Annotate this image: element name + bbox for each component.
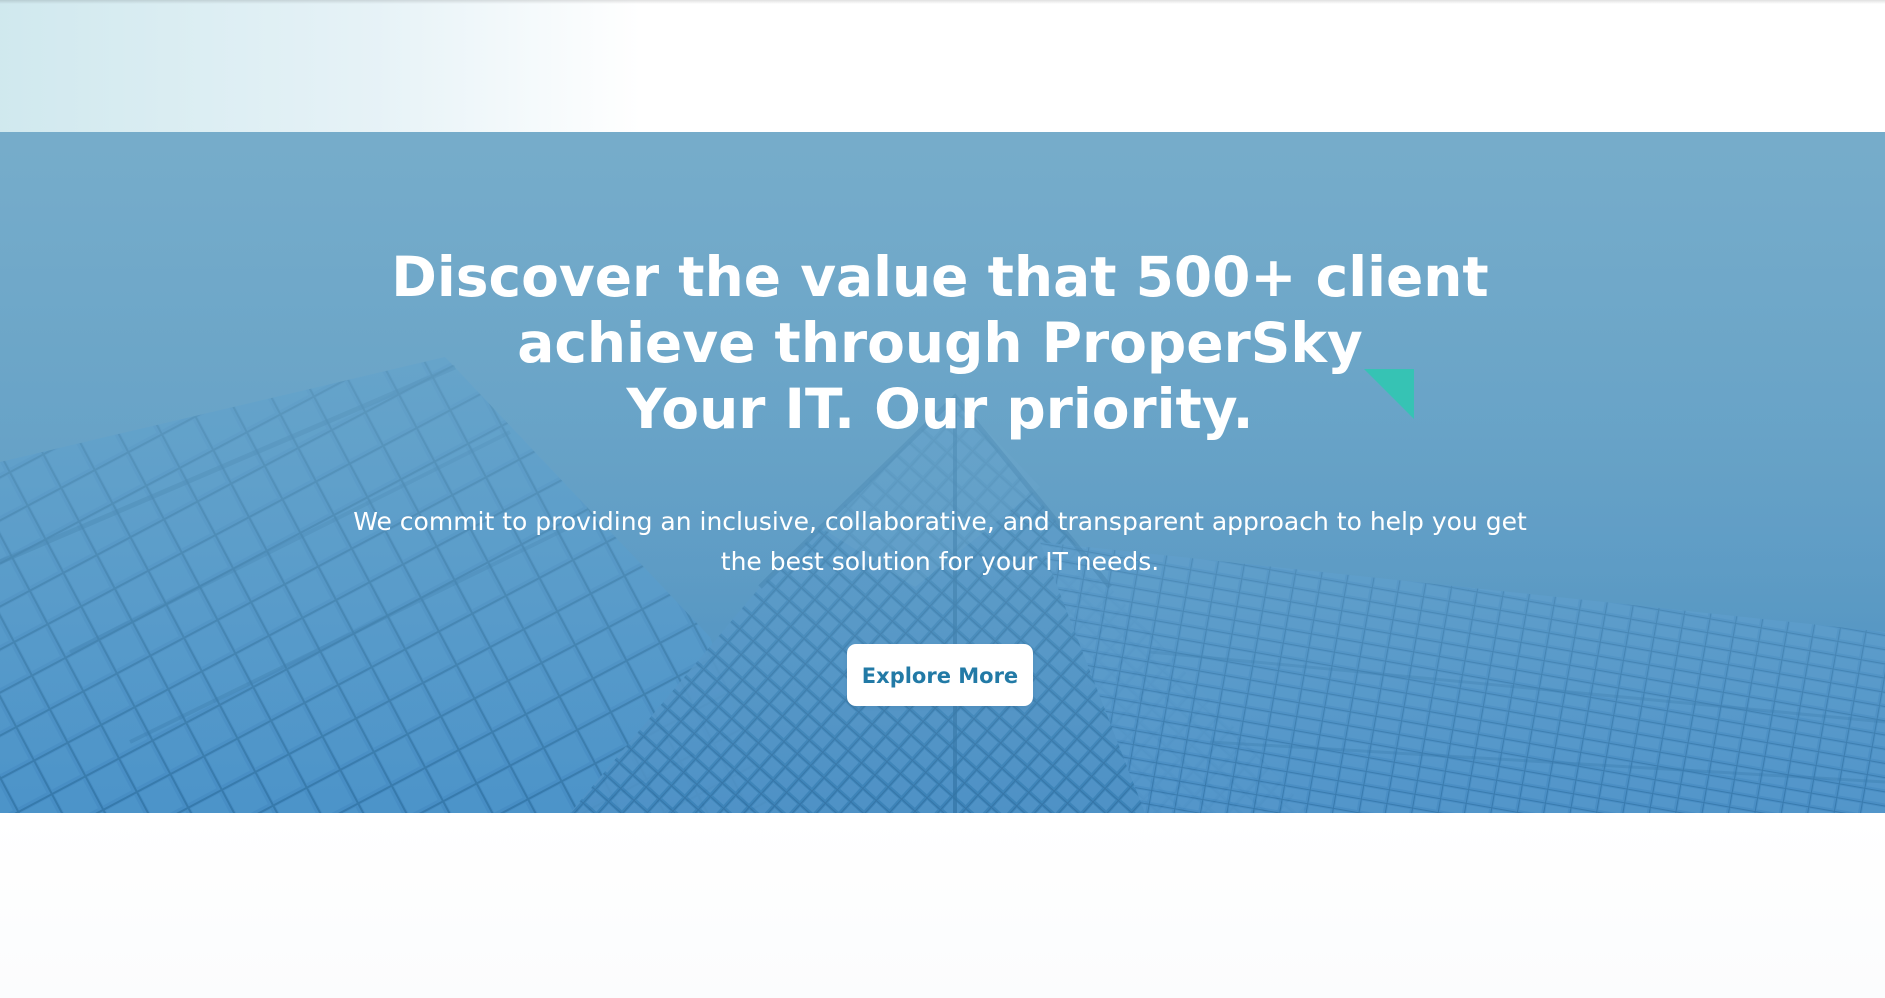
hero-headline: Discover the value that 500+ client achi… — [340, 244, 1540, 442]
headline-line-1: Discover the value that 500+ client — [391, 245, 1489, 309]
hero-description: We commit to providing an inclusive, col… — [340, 502, 1540, 582]
hero-banner: Discover the value that 500+ client achi… — [0, 132, 1885, 813]
headline-line-2: achieve through ProperSky — [517, 311, 1363, 375]
page: Discover the value that 500+ client achi… — [0, 0, 1885, 998]
bottom-background-band — [0, 813, 1885, 998]
hero-color-overlay — [0, 132, 1885, 813]
headline-line-3: Your IT. Our priority. — [626, 377, 1254, 441]
description-line-1: We commit to providing an inclusive, col… — [353, 507, 1527, 536]
description-line-2: the best solution for your IT needs. — [720, 547, 1160, 576]
top-background-band — [0, 0, 1885, 132]
explore-more-button[interactable]: Explore More — [847, 644, 1033, 706]
